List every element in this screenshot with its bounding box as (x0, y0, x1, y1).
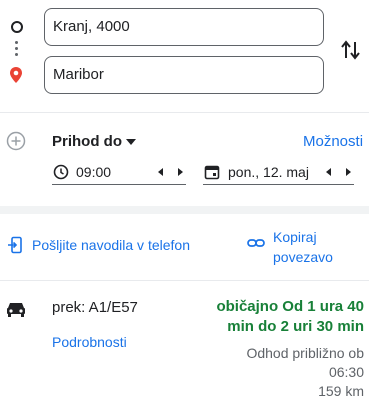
time-next-icon[interactable] (178, 168, 183, 176)
duration-line: min do 2 uri 30 min (227, 318, 364, 335)
date-prev-icon[interactable] (326, 168, 331, 176)
swap-icon (341, 40, 360, 60)
arrive-by-select[interactable]: Prihod do (52, 133, 122, 150)
divider (0, 112, 369, 113)
time-prev-icon[interactable] (158, 168, 163, 176)
route-dot-icon (15, 41, 18, 44)
copy-link-label-line2: povezavo (273, 249, 333, 265)
origin-circle-icon (11, 21, 23, 33)
duration-line: običajno Od 1 ura 40 (216, 298, 364, 315)
destination-input[interactable]: Maribor (44, 56, 324, 94)
route-dot-icon (15, 53, 18, 56)
departure-time: 06:30 (328, 364, 364, 380)
date-next-icon[interactable] (346, 168, 351, 176)
departure-line: Odhod približno ob (246, 345, 364, 361)
date-value[interactable]: pon., 12. maj (228, 164, 309, 180)
origin-input[interactable]: Kranj, 4000 (44, 8, 324, 46)
distance-text: 159 km (318, 383, 364, 399)
send-to-phone-icon (7, 236, 25, 259)
add-stop-icon[interactable] (6, 131, 26, 156)
link-icon (247, 236, 265, 255)
duration-text: običajno Od 1 ura 40 min do 2 uri 30 min (174, 297, 364, 337)
time-value[interactable]: 09:00 (76, 164, 111, 180)
swap-directions-button[interactable] (340, 38, 362, 67)
chevron-down-icon[interactable] (126, 139, 136, 145)
route-dot-icon (15, 47, 18, 50)
arrive-by-label: Prihod do (52, 133, 122, 150)
departure-info: Odhod približno ob 06:30 159 km (174, 344, 364, 401)
route-via-text: prek: A1/E57 (52, 299, 138, 316)
copy-link-label-line1: Kopiraj (273, 229, 317, 245)
date-underline (203, 184, 354, 185)
divider (0, 280, 369, 281)
calendar-icon (204, 164, 220, 185)
clock-icon (53, 164, 69, 185)
destination-pin-icon (8, 66, 24, 89)
options-link[interactable]: Možnosti (303, 133, 363, 150)
time-underline (52, 184, 186, 185)
copy-link-button[interactable]: Kopiraj povezavo (273, 227, 333, 267)
car-icon (5, 300, 27, 323)
details-link[interactable]: Podrobnosti (52, 334, 127, 350)
send-to-phone-link[interactable]: Pošljite navodila v telefon (32, 237, 190, 253)
section-divider (0, 206, 369, 214)
